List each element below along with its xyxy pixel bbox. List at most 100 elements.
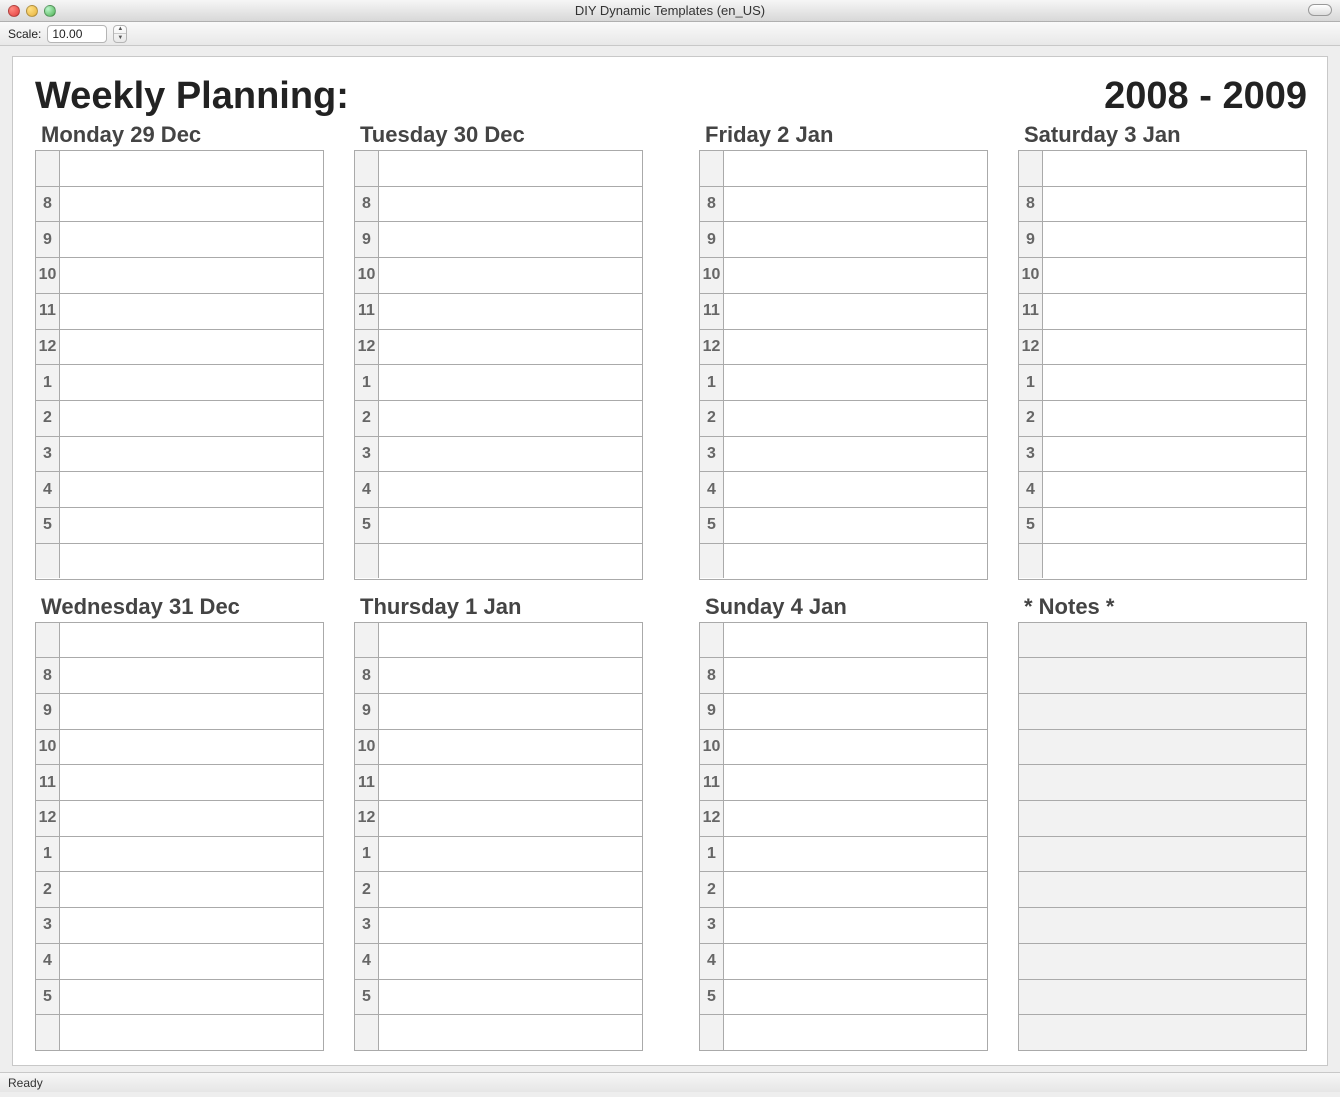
note-row[interactable] [1019,765,1306,801]
minimize-window-button[interactable] [26,5,38,17]
time-slot[interactable]: 1 [355,837,642,873]
stepper-up-icon[interactable]: ▲ [114,26,126,35]
time-slot[interactable]: 3 [36,437,323,473]
note-row[interactable] [1019,872,1306,908]
time-slot[interactable]: 4 [700,472,987,508]
time-slot[interactable]: 12 [355,801,642,837]
time-slot[interactable] [355,544,642,579]
time-slot[interactable] [700,1015,987,1050]
time-slot[interactable]: 4 [36,472,323,508]
note-row[interactable] [1019,801,1306,837]
time-slot[interactable]: 4 [355,472,642,508]
time-slot[interactable]: 11 [1019,294,1306,330]
time-slot[interactable]: 11 [36,765,323,801]
time-slot[interactable]: 1 [36,837,323,873]
time-slot[interactable]: 10 [700,258,987,294]
time-slot[interactable]: 12 [355,330,642,366]
note-row[interactable] [1019,658,1306,694]
time-slot[interactable]: 11 [355,765,642,801]
time-slot[interactable]: 8 [355,187,642,223]
time-slot[interactable]: 9 [1019,222,1306,258]
time-slot[interactable]: 10 [36,730,323,766]
time-slot[interactable]: 5 [36,980,323,1016]
time-slot[interactable]: 4 [1019,472,1306,508]
scale-input[interactable]: 10.00 [47,25,107,43]
time-slot[interactable]: 8 [36,187,323,223]
time-slot[interactable]: 12 [700,330,987,366]
time-slot[interactable] [1019,544,1306,579]
time-slot[interactable]: 8 [355,658,642,694]
time-slot[interactable]: 3 [355,908,642,944]
time-slot[interactable]: 3 [36,908,323,944]
time-slot[interactable] [1019,151,1306,187]
time-slot[interactable] [700,623,987,659]
time-slot[interactable]: 5 [700,980,987,1016]
time-slot[interactable]: 10 [36,258,323,294]
time-slot[interactable]: 8 [700,658,987,694]
time-slot[interactable]: 4 [355,944,642,980]
time-slot[interactable]: 2 [700,872,987,908]
note-row[interactable] [1019,944,1306,980]
note-row[interactable] [1019,908,1306,944]
note-row[interactable] [1019,623,1306,659]
scale-stepper[interactable]: ▲ ▼ [113,25,127,43]
toolbar-toggle-pill[interactable] [1308,4,1332,16]
time-slot[interactable]: 10 [355,258,642,294]
time-slot[interactable]: 9 [700,222,987,258]
note-row[interactable] [1019,730,1306,766]
time-slot[interactable] [36,151,323,187]
note-row[interactable] [1019,837,1306,873]
time-slot[interactable]: 12 [36,801,323,837]
time-slot[interactable] [36,544,323,579]
time-slot[interactable]: 11 [700,294,987,330]
stepper-down-icon[interactable]: ▼ [114,34,126,42]
time-slot[interactable]: 5 [1019,508,1306,544]
time-slot[interactable]: 2 [36,401,323,437]
time-slot[interactable]: 9 [700,694,987,730]
time-slot[interactable]: 12 [700,801,987,837]
time-slot[interactable]: 8 [1019,187,1306,223]
time-slot[interactable]: 5 [36,508,323,544]
time-slot[interactable]: 11 [700,765,987,801]
note-row[interactable] [1019,694,1306,730]
time-slot[interactable]: 8 [36,658,323,694]
time-slot[interactable]: 1 [36,365,323,401]
note-row[interactable] [1019,1015,1306,1050]
close-window-button[interactable] [8,5,20,17]
time-slot[interactable]: 3 [355,437,642,473]
time-slot[interactable]: 11 [36,294,323,330]
time-slot[interactable]: 2 [355,872,642,908]
time-slot[interactable] [700,151,987,187]
zoom-window-button[interactable] [44,5,56,17]
time-slot[interactable]: 1 [355,365,642,401]
time-slot[interactable] [700,544,987,579]
time-slot[interactable]: 5 [700,508,987,544]
time-slot[interactable]: 3 [700,908,987,944]
time-slot[interactable]: 2 [36,872,323,908]
time-slot[interactable]: 4 [700,944,987,980]
time-slot[interactable]: 11 [355,294,642,330]
time-slot[interactable]: 2 [1019,401,1306,437]
time-slot[interactable]: 9 [355,222,642,258]
time-slot[interactable]: 12 [1019,330,1306,366]
time-slot[interactable]: 8 [700,187,987,223]
time-slot[interactable] [36,623,323,659]
time-slot[interactable]: 1 [1019,365,1306,401]
time-slot[interactable] [355,151,642,187]
time-slot[interactable]: 5 [355,980,642,1016]
time-slot[interactable]: 10 [700,730,987,766]
time-slot[interactable]: 1 [700,365,987,401]
time-slot[interactable]: 9 [36,694,323,730]
time-slot[interactable]: 3 [700,437,987,473]
time-slot[interactable]: 2 [355,401,642,437]
time-slot[interactable] [355,623,642,659]
time-slot[interactable]: 2 [700,401,987,437]
note-row[interactable] [1019,980,1306,1016]
time-slot[interactable] [36,1015,323,1050]
time-slot[interactable]: 5 [355,508,642,544]
time-slot[interactable]: 9 [355,694,642,730]
time-slot[interactable]: 9 [36,222,323,258]
time-slot[interactable]: 3 [1019,437,1306,473]
time-slot[interactable]: 4 [36,944,323,980]
time-slot[interactable] [355,1015,642,1050]
